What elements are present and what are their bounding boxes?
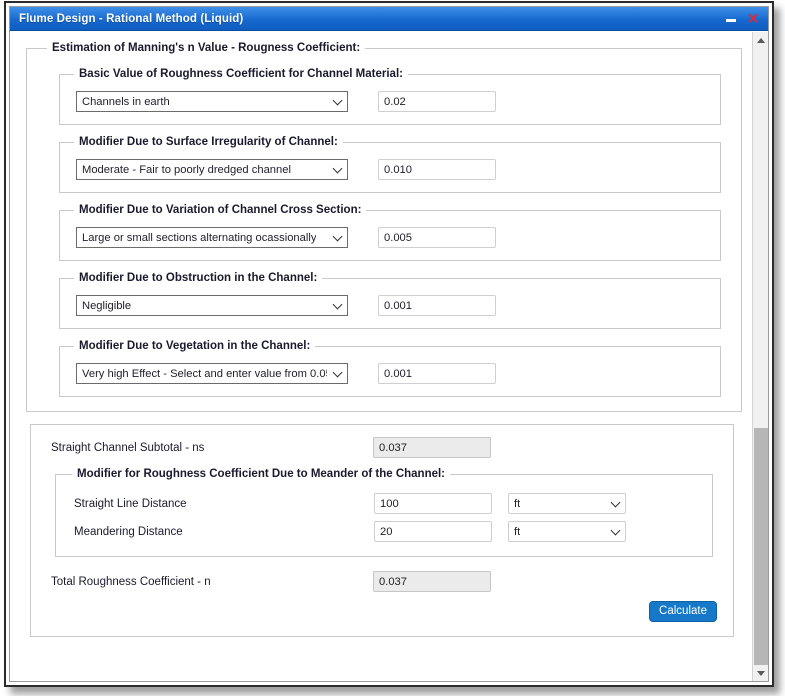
subtotal-label: Straight Channel Subtotal - ns: [51, 441, 205, 454]
group-cross-section-variation-legend: Modifier Due to Variation of Channel Cro…: [79, 204, 362, 216]
minimize-button[interactable]: [720, 9, 742, 29]
obstruction-dropdown-text: Negligible: [82, 299, 132, 312]
cross-section-variation-dropdown[interactable]: Large or small sections alternating ocas…: [76, 227, 348, 248]
client-area: Estimation of Manning's n Value - Rougne…: [10, 32, 768, 681]
meandering-distance-input[interactable]: [374, 521, 492, 542]
basic-value-dropdown[interactable]: Channels in earth: [76, 91, 348, 112]
meandering-distance-row: Meandering Distance ft: [66, 521, 702, 542]
estimation-group: Estimation of Manning's n Value - Rougne…: [26, 42, 742, 412]
straight-line-distance-unit-dropdown[interactable]: ft: [508, 493, 626, 514]
total-value-field: [373, 571, 491, 592]
obstruction-input[interactable]: [378, 295, 496, 316]
scroll-up-button[interactable]: [753, 32, 768, 48]
group-vegetation: Modifier Due to Vegetation in the Channe…: [59, 340, 721, 397]
straight-line-distance-row: Straight Line Distance ft: [66, 493, 702, 514]
field-row: Very high Effect - Select and enter valu…: [70, 363, 710, 384]
subtotal-value-field: [373, 437, 491, 458]
subtotal-row: Straight Channel Subtotal - ns: [43, 437, 721, 458]
calculate-button-wrap: Calculate: [43, 601, 721, 622]
surface-irregularity-dropdown-text: Moderate - Fair to poorly dredged channe…: [82, 163, 291, 176]
application-window: Flume Design - Rational Method (Liquid) …: [4, 1, 774, 687]
window-title: Flume Design - Rational Method (Liquid): [19, 12, 244, 25]
summary-panel: Straight Channel Subtotal - ns Modifier …: [30, 424, 734, 637]
total-row: Total Roughness Coefficient - n: [43, 571, 721, 592]
cross-section-variation-input[interactable]: [378, 227, 496, 248]
basic-value-dropdown-text: Channels in earth: [82, 95, 170, 108]
chevron-down-icon: [334, 97, 342, 105]
scroll-down-button[interactable]: [753, 665, 768, 681]
meandering-distance-label: Meandering Distance: [74, 525, 183, 538]
group-meander: Modifier for Roughness Coefficient Due t…: [55, 468, 713, 557]
minimize-icon: [726, 19, 736, 22]
surface-irregularity-input[interactable]: [378, 159, 496, 180]
group-basic-value-legend: Basic Value of Roughness Coefficient for…: [79, 68, 403, 80]
chevron-down-icon: [334, 233, 342, 241]
field-row: Channels in earth: [70, 91, 710, 112]
straight-line-distance-input[interactable]: [374, 493, 492, 514]
vegetation-input[interactable]: [378, 363, 496, 384]
chevron-down-icon: [612, 499, 620, 507]
straight-line-distance-unit-text: ft: [514, 497, 521, 510]
cross-section-variation-dropdown-text: Large or small sections alternating ocas…: [82, 231, 317, 244]
group-vegetation-legend: Modifier Due to Vegetation in the Channe…: [79, 340, 311, 352]
total-label: Total Roughness Coefficient - n: [51, 575, 211, 588]
triangle-down-icon: [757, 670, 765, 676]
window-inner-frame: Flume Design - Rational Method (Liquid) …: [9, 6, 769, 682]
triangle-up-icon: [757, 37, 765, 43]
group-obstruction: Modifier Due to Obstruction in the Chann…: [59, 272, 721, 329]
field-row: Negligible: [70, 295, 710, 316]
title-bar: Flume Design - Rational Method (Liquid) …: [10, 7, 768, 31]
close-button[interactable]: ×: [742, 9, 764, 29]
chevron-down-icon: [334, 369, 342, 377]
scrollbar-thumb[interactable]: [754, 428, 768, 670]
estimation-group-legend: Estimation of Manning's n Value - Rougne…: [52, 42, 361, 54]
close-icon: ×: [746, 9, 760, 27]
straight-line-distance-label: Straight Line Distance: [74, 497, 187, 510]
vertical-scrollbar[interactable]: [752, 32, 768, 681]
surface-irregularity-dropdown[interactable]: Moderate - Fair to poorly dredged channe…: [76, 159, 348, 180]
group-surface-irregularity-legend: Modifier Due to Surface Irregularity of …: [79, 136, 338, 148]
group-surface-irregularity: Modifier Due to Surface Irregularity of …: [59, 136, 721, 193]
group-basic-value: Basic Value of Roughness Coefficient for…: [59, 68, 721, 125]
chevron-down-icon: [334, 301, 342, 309]
vegetation-dropdown-text: Very high Effect - Select and enter valu…: [82, 367, 327, 380]
meandering-distance-unit-text: ft: [514, 525, 521, 538]
field-row: Moderate - Fair to poorly dredged channe…: [70, 159, 710, 180]
group-meander-legend: Modifier for Roughness Coefficient Due t…: [77, 468, 446, 480]
chevron-down-icon: [612, 527, 620, 535]
meandering-distance-unit-dropdown[interactable]: ft: [508, 521, 626, 542]
calculate-button[interactable]: Calculate: [649, 601, 717, 622]
scroll-content: Estimation of Manning's n Value - Rougne…: [10, 32, 752, 681]
field-row: Large or small sections alternating ocas…: [70, 227, 710, 248]
vegetation-dropdown[interactable]: Very high Effect - Select and enter valu…: [76, 363, 348, 384]
basic-value-input[interactable]: [378, 91, 496, 112]
obstruction-dropdown[interactable]: Negligible: [76, 295, 348, 316]
group-obstruction-legend: Modifier Due to Obstruction in the Chann…: [79, 272, 318, 284]
group-cross-section-variation: Modifier Due to Variation of Channel Cro…: [59, 204, 721, 261]
chevron-down-icon: [334, 165, 342, 173]
